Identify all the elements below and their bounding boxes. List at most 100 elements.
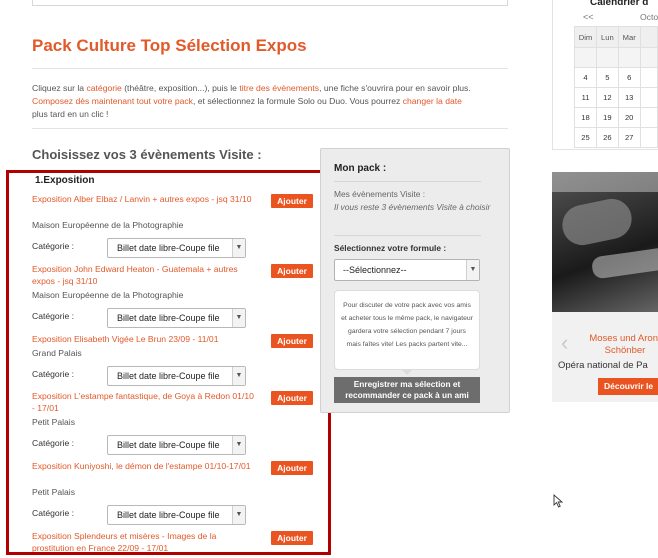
page-title: Pack Culture Top Sélection Expos: [32, 36, 307, 55]
calendar-week: 18 19 20: [573, 107, 658, 128]
event-title-link[interactable]: Exposition Splendeurs et misères - Image…: [32, 530, 258, 552]
event-title-link[interactable]: Exposition Alber Elbaz / Lanvin + autres…: [32, 193, 258, 205]
chevron-down-icon: ▼: [232, 309, 245, 327]
intro-text-part: (théâtre, exposition...), puis le: [121, 83, 240, 93]
calendar-day[interactable]: 11: [573, 87, 598, 108]
calendar-day[interactable]: [639, 87, 658, 108]
add-button[interactable]: Ajouter: [271, 194, 313, 208]
category-label: Catégorie :: [32, 508, 75, 518]
featured-event-link[interactable]: Moses und Aron, Schönber: [575, 333, 658, 357]
weekday-label: Lun: [596, 26, 619, 48]
choose-events-title: Choisissez vos 3 évènements Visite :: [32, 147, 262, 162]
event-title-link[interactable]: Exposition John Edward Heaton - Guatemal…: [32, 263, 258, 287]
calendar-day: [617, 47, 641, 68]
discover-button[interactable]: Découvrir le: [598, 378, 658, 395]
calendar-day[interactable]: 25: [573, 127, 598, 148]
category-select[interactable]: Billet date libre-Coupe file ▼: [107, 435, 246, 455]
category-label: Catégorie :: [32, 438, 75, 448]
intro-text: Cliquez sur la catégorie (théâtre, expos…: [32, 82, 512, 121]
calendar-title: Calendrier d: [590, 0, 649, 8]
calendar-day[interactable]: 13: [617, 87, 641, 108]
calendar-prev-button[interactable]: <<: [583, 12, 594, 22]
category-select[interactable]: Billet date libre-Coupe file ▼: [107, 238, 246, 258]
weekday-label: Dim: [573, 26, 598, 48]
calendar-day[interactable]: 6: [617, 67, 641, 88]
intro-text-part: , une fiche s'ouvrira pour en savoir plu…: [319, 83, 471, 93]
event-venue: Maison Européenne de la Photographie: [32, 290, 184, 300]
event-venue: Maison Européenne de la Photographie: [32, 220, 184, 230]
calendar-day: [639, 47, 658, 68]
calendar-day[interactable]: 5: [596, 67, 619, 88]
add-button[interactable]: Ajouter: [271, 391, 313, 405]
category-select[interactable]: Billet date libre-Coupe file ▼: [107, 308, 246, 328]
save-button-line: recommander ce pack à un ami: [345, 390, 469, 400]
category-label: Catégorie :: [32, 369, 75, 379]
calendar-day[interactable]: 12: [596, 87, 619, 108]
image-shape: [552, 172, 658, 192]
category-select-value: Billet date libre-Coupe file: [117, 371, 220, 381]
bubble-tail: [401, 369, 413, 375]
divider: [32, 68, 508, 69]
calendar-month: Octo: [640, 12, 658, 22]
calendar-grid: Dim Lun Mar 4 5 6 11 12 13 18 19 20 25 2…: [573, 26, 658, 148]
calendar-day[interactable]: 20: [617, 107, 641, 128]
chevron-down-icon: ▼: [466, 260, 479, 280]
chevron-down-icon: ▼: [232, 239, 245, 257]
calendar-day[interactable]: 4: [573, 67, 598, 88]
event-title-link[interactable]: titre des évènements: [239, 83, 319, 93]
calendar-weekday-row: Dim Lun Mar: [573, 26, 658, 48]
add-button[interactable]: Ajouter: [271, 461, 313, 475]
chevron-left-icon[interactable]: ‹: [561, 330, 568, 356]
mouse-cursor-icon: [553, 494, 564, 508]
weekday-label: [639, 26, 658, 48]
compose-pack-link[interactable]: Composez dès maintenant tout votre pack: [32, 96, 193, 106]
event-venue: Grand Palais: [32, 348, 82, 358]
chevron-down-icon: ▼: [232, 367, 245, 385]
category-select-value: Billet date libre-Coupe file: [117, 440, 220, 450]
calendar-day[interactable]: 19: [596, 107, 619, 128]
add-button[interactable]: Ajouter: [271, 264, 313, 278]
event-title-link[interactable]: Exposition Elisabeth Vigée Le Brun 23/09…: [32, 333, 258, 345]
pack-info-bubble: Pour discuter de votre pack avec vos ami…: [334, 290, 480, 370]
category-label: Catégorie :: [32, 311, 75, 321]
pack-events-label: Mes évènements Visite :: [334, 189, 426, 199]
formula-label: Sélectionnez votre formule :: [334, 243, 447, 253]
calendar-day[interactable]: 27: [617, 127, 641, 148]
category-select[interactable]: Billet date libre-Coupe file ▼: [107, 505, 246, 525]
image-shape: [590, 246, 658, 280]
intro-text-part: plus tard en un clic !: [32, 109, 109, 119]
calendar-day[interactable]: [639, 67, 658, 88]
weekday-label: Mar: [617, 26, 641, 48]
chevron-down-icon: ▼: [232, 436, 245, 454]
category-select-value: Billet date libre-Coupe file: [117, 243, 220, 253]
calendar-day: [573, 47, 598, 68]
add-button[interactable]: Ajouter: [271, 531, 313, 545]
formula-select[interactable]: --Sélectionnez-- ▼: [334, 259, 480, 281]
featured-venue: Opéra national de Pa: [558, 360, 648, 371]
event-title-link[interactable]: Exposition L'estampe fantastique, de Goy…: [32, 390, 258, 414]
category-select-value: Billet date libre-Coupe file: [117, 313, 220, 323]
event-list-highlight: 1.Exposition Exposition Alber Elbaz / La…: [6, 170, 331, 555]
featured-image[interactable]: [552, 172, 658, 312]
category-select-value: Billet date libre-Coupe file: [117, 510, 220, 520]
calendar-week: 4 5 6: [573, 67, 658, 88]
my-pack-title: Mon pack :: [334, 163, 387, 174]
calendar-week: [573, 47, 658, 68]
calendar-day[interactable]: [639, 107, 658, 128]
change-date-link[interactable]: changer la date: [403, 96, 462, 106]
event-venue: Petit Palais: [32, 417, 75, 427]
divider: [334, 181, 481, 182]
calendar-week: 11 12 13: [573, 87, 658, 108]
event-venue: Petit Palais: [32, 487, 75, 497]
category-link[interactable]: catégorie: [86, 83, 121, 93]
section-label: 1.Exposition: [35, 175, 95, 186]
add-button[interactable]: Ajouter: [271, 334, 313, 348]
save-selection-button[interactable]: Enregistrer ma sélection et recommander …: [334, 377, 480, 403]
category-select[interactable]: Billet date libre-Coupe file ▼: [107, 366, 246, 386]
divider: [334, 235, 481, 236]
calendar-day[interactable]: [639, 127, 658, 148]
divider: [32, 128, 508, 129]
calendar-day[interactable]: 18: [573, 107, 598, 128]
event-title-link[interactable]: Exposition Kuniyoshi, le démon de l'esta…: [32, 460, 258, 472]
calendar-day[interactable]: 26: [596, 127, 619, 148]
